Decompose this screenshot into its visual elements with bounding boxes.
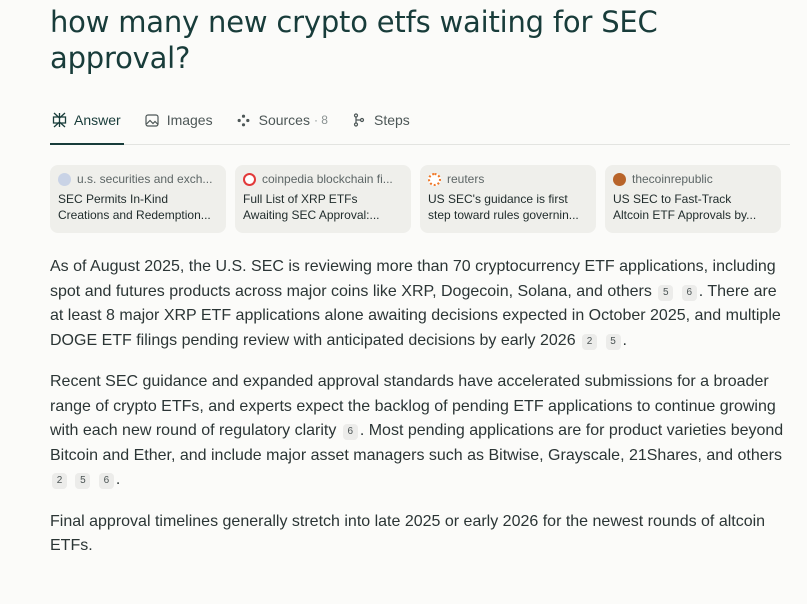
source-card[interactable]: thecoinrepublic US SEC to Fast-Track Altc… [605,165,781,233]
tab-images[interactable]: Images [143,112,213,128]
source-site: reuters [447,172,485,186]
sec-favicon-icon [58,172,71,186]
query-line-1: how many new crypto etfs waiting for SEC [50,5,658,39]
tab-answer[interactable]: Answer [50,112,121,128]
tab-sources[interactable]: Sources · 8 [235,112,328,128]
answer-paragraph: Recent SEC guidance and expanded approva… [50,370,790,493]
thecoinrepublic-favicon-icon [613,172,626,186]
query-line-2: approval? [50,41,191,75]
tab-steps-label: Steps [373,112,410,128]
source-title-line: SEC Permits In-Kind [58,192,169,206]
source-card[interactable]: coinpedia blockchain fi... Full List of … [235,165,411,233]
citation-badge[interactable]: 5 [75,473,91,489]
reuters-favicon-icon [428,172,441,186]
citation-badge[interactable]: 6 [342,424,358,440]
citation-badge[interactable]: 5 [658,284,674,301]
source-title-line: Awaiting SEC Approval:... [243,208,380,222]
source-title-line: Altcoin ETF Approvals by... [613,208,757,222]
source-site: u.s. securities and exch... [77,172,213,186]
source-card[interactable]: reuters US SEC's guidance is first step t… [420,165,596,233]
answer-text: . [115,471,121,488]
citation-badge[interactable]: 6 [98,473,114,489]
answer-body: As of August 2025, the U.S. SEC is revie… [50,255,790,559]
tab-images-label: Images [166,112,213,128]
source-title-line: Creations and Redemption... [58,208,211,222]
result-tabs: Answer Images Sources · 8 Steps [50,102,790,138]
perplexity-logo-icon [50,112,68,128]
tab-steps[interactable]: Steps [350,112,410,128]
tab-divider [50,143,790,145]
source-title-line: US SEC's guidance is first [428,192,568,206]
answer-paragraph: As of August 2025, the U.S. SEC is revie… [50,255,790,353]
citation-badge[interactable]: 5 [605,333,621,350]
tab-answer-label: Answer [74,112,121,128]
source-site: coinpedia blockchain fi... [262,172,393,186]
citation-badge[interactable]: 6 [681,284,697,301]
main-content: how many new crypto etfs waiting for SEC… [50,0,790,576]
source-title-line: step toward rules governin... [428,208,579,222]
citation-badge[interactable]: 2 [582,333,598,350]
source-title-line: US SEC to Fast-Track [613,192,732,206]
source-card[interactable]: u.s. securities and exch... SEC Permits … [50,165,226,233]
answer-paragraph: Final approval timelines generally stret… [50,512,766,555]
tab-sources-label: Sources [258,112,310,128]
image-icon [143,113,161,127]
answer-text: . [622,331,627,349]
page-title: how many new crypto etfs waiting for SEC… [50,0,790,76]
source-site: thecoinrepublic [632,172,713,186]
source-title-line: Full List of XRP ETFs [243,192,358,206]
active-tab-indicator [50,143,124,145]
coinpedia-favicon-icon [243,172,256,186]
sources-icon [235,114,253,127]
sources-count: · 8 [313,113,328,127]
source-cards: u.s. securities and exch... SEC Permits … [50,165,790,233]
citation-badge[interactable]: 2 [52,473,67,489]
steps-icon [350,113,368,127]
